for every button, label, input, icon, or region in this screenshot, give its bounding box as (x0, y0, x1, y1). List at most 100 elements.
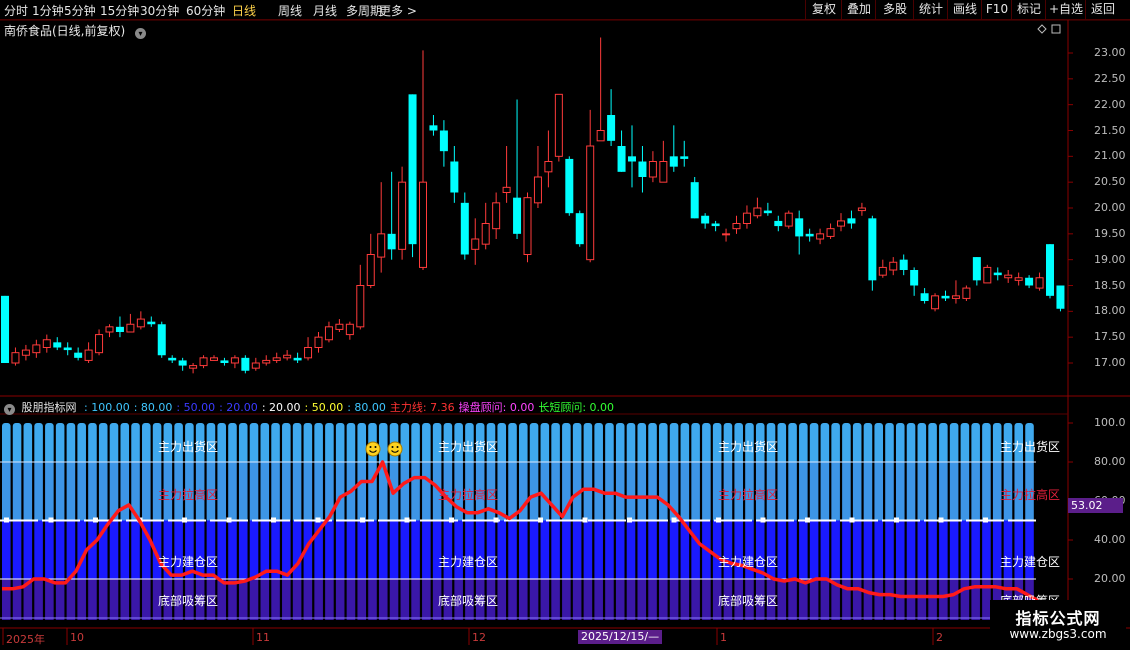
candle-body-up (398, 181, 407, 250)
zone-label-top: 主力出货区 (1000, 440, 1061, 454)
zone-label-top: 主力出货区 (718, 440, 779, 454)
zone-bar-bottom (98, 579, 108, 620)
date-label: 11 (256, 631, 270, 644)
zone-bar-top (23, 423, 33, 464)
zone-bar-top (895, 423, 905, 464)
zone-bar-bottom (680, 579, 690, 620)
zone-bar-top (917, 423, 927, 464)
zone-bar-upper (12, 462, 22, 521)
zone-bar-top (874, 423, 884, 464)
zone-bar-top (971, 423, 980, 464)
zone-bar-top (583, 423, 593, 464)
zone-bar-top (400, 423, 410, 464)
zone-bar-upper (626, 462, 636, 521)
zone-bar-mid (1014, 520, 1024, 579)
zone-bar-upper (615, 462, 625, 521)
price-tick-label: 18.50 (1094, 278, 1126, 292)
candle-body-down (680, 156, 689, 159)
indicator-name: 股朋指标网 (21, 401, 77, 414)
zone-bar-top (346, 423, 356, 464)
zone-bar-upper (788, 462, 797, 521)
zone-bar-upper (831, 462, 840, 521)
price-tick-label: 23.00 (1094, 46, 1126, 59)
candle-body-up (32, 344, 41, 354)
candle-body-down (638, 161, 647, 177)
indicator-params: : 100.00: 80.00: 50.00: 20.00: 20.00: 50… (84, 401, 618, 414)
zone-bar-mid (411, 520, 420, 579)
zone-bar-top (131, 423, 140, 464)
zone-bar-upper (605, 462, 614, 521)
zone-bar-top (508, 423, 517, 464)
level-50-marker (4, 517, 9, 523)
candle-body-up (126, 323, 135, 333)
zone-bar-mid (465, 520, 474, 579)
price-tick-label: 17.50 (1094, 330, 1126, 344)
candle-body-down (805, 233, 814, 237)
zone-bar-top (540, 423, 550, 464)
candle-body-down (387, 233, 396, 250)
zone-bar-bottom (292, 579, 302, 620)
zone-bar-top (335, 423, 345, 464)
zone-label-mid_high: 主力拉高区 (1000, 488, 1061, 502)
zone-bar-upper (2, 462, 11, 521)
candle-body-up (1014, 277, 1023, 281)
zone-bar-bottom (637, 579, 647, 620)
zone-bar-bottom (852, 579, 862, 620)
candle-body-up (816, 233, 825, 240)
candle-body-up (199, 357, 208, 367)
zone-bar-upper (971, 462, 980, 521)
candle-body-up (419, 181, 427, 268)
zone-bar-top (98, 423, 108, 464)
zone-bar-bottom (12, 579, 22, 620)
zone-bar-top (422, 423, 431, 464)
zone-bar-upper (939, 462, 948, 521)
zone-bar-bottom (357, 579, 367, 620)
zone-bar-mid (206, 520, 216, 579)
candle-body-up (983, 266, 992, 284)
zone-bar-bottom (271, 579, 280, 620)
zone-bar-top (228, 423, 237, 464)
zone-bar-upper (820, 462, 830, 521)
candle-body-up (878, 266, 887, 276)
zone-bar-upper (34, 462, 43, 521)
zone-bar-mid (120, 520, 130, 579)
zone-bar-upper (23, 462, 33, 521)
zone-bar-mid (368, 520, 377, 579)
zone-bar-top (820, 423, 830, 464)
zone-bar-mid (615, 520, 625, 579)
zone-bar-top (572, 423, 582, 464)
zone-label-top: 主力出货区 (438, 440, 499, 454)
candle-body-up (84, 349, 93, 361)
level-50-marker (315, 517, 321, 523)
zone-bar-mid (389, 520, 399, 579)
candle-body-down (847, 218, 856, 224)
level-50-marker (271, 517, 276, 523)
zone-bar-mid (249, 520, 259, 579)
zone-bar-top (497, 423, 507, 464)
indicator-menu-icon[interactable]: ▾ (4, 404, 15, 415)
zone-bar-bottom (529, 579, 539, 620)
candle-body-up (42, 339, 51, 348)
zone-bar-upper (45, 462, 54, 521)
zone-bar-top (788, 423, 797, 464)
zone-bar-top (562, 423, 571, 464)
zone-bar-top (378, 423, 388, 464)
candle-body-down (63, 347, 72, 351)
zone-bar-upper (249, 462, 259, 521)
zone-bar-top (249, 423, 259, 464)
price-tick-label: 19.00 (1094, 252, 1126, 266)
zone-bar-mid (874, 520, 884, 579)
candle-body-down (513, 197, 522, 234)
zone-bar-upper (702, 462, 711, 521)
zone-bar-bottom (497, 579, 507, 620)
zone-bar-bottom (906, 579, 916, 620)
zone-bar-bottom (131, 579, 140, 620)
zone-bar-top (982, 423, 991, 464)
date-highlight: 2025/12/15/— (578, 630, 663, 644)
candle-body-up (471, 238, 480, 250)
zone-bar-top (615, 423, 625, 464)
diamond-icon (1037, 24, 1047, 34)
zone-bar-bottom (260, 579, 270, 620)
price-tick-label: 18.00 (1094, 304, 1126, 318)
candle-body-down (1056, 285, 1065, 309)
